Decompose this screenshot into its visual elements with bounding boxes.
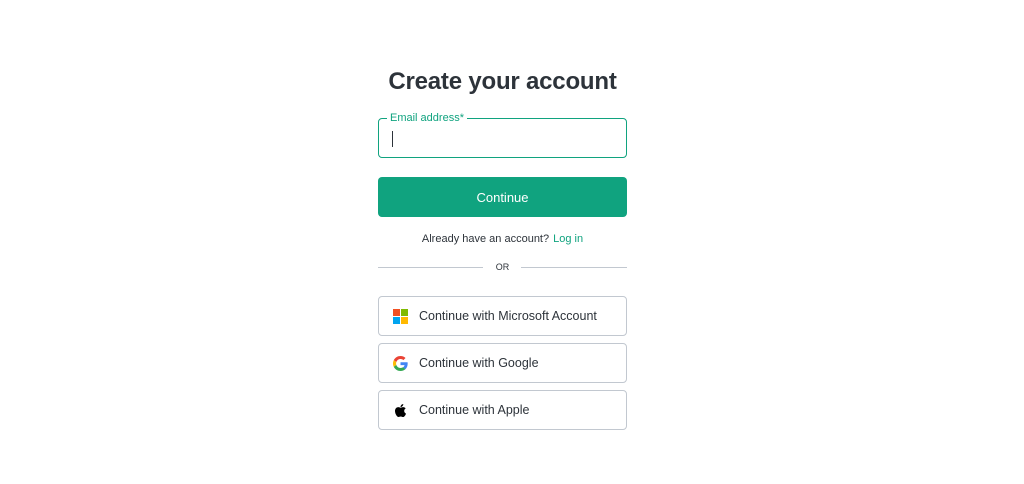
google-icon (393, 356, 408, 371)
text-caret (392, 131, 393, 147)
microsoft-icon-blue (393, 317, 400, 324)
continue-with-google-button[interactable]: Continue with Google (378, 343, 627, 383)
email-field[interactable]: Email address* (378, 112, 627, 158)
login-link[interactable]: Log in (553, 233, 583, 245)
microsoft-icon-green (401, 309, 408, 316)
email-input[interactable] (391, 127, 611, 149)
signup-card: Create your account Email address* Conti… (378, 66, 627, 430)
microsoft-icon (393, 309, 408, 324)
continue-with-apple-button[interactable]: Continue with Apple (378, 390, 627, 430)
email-field-label: Email address* (387, 112, 467, 124)
microsoft-icon-red (393, 309, 400, 316)
login-prompt: Already have an account? Log in (378, 232, 627, 246)
apple-icon (393, 403, 408, 418)
microsoft-button-label: Continue with Microsoft Account (419, 309, 597, 323)
apple-button-label: Continue with Apple (419, 403, 530, 417)
divider-line-right (521, 267, 627, 268)
page-title: Create your account (388, 68, 617, 95)
or-divider: OR (378, 262, 627, 272)
continue-button[interactable]: Continue (378, 177, 627, 217)
microsoft-icon-yellow (401, 317, 408, 324)
login-prompt-text: Already have an account? (421, 233, 550, 245)
continue-with-microsoft-button[interactable]: Continue with Microsoft Account (378, 296, 627, 336)
signup-page: Create your account Email address* Conti… (0, 0, 1024, 484)
google-button-label: Continue with Google (419, 356, 539, 370)
